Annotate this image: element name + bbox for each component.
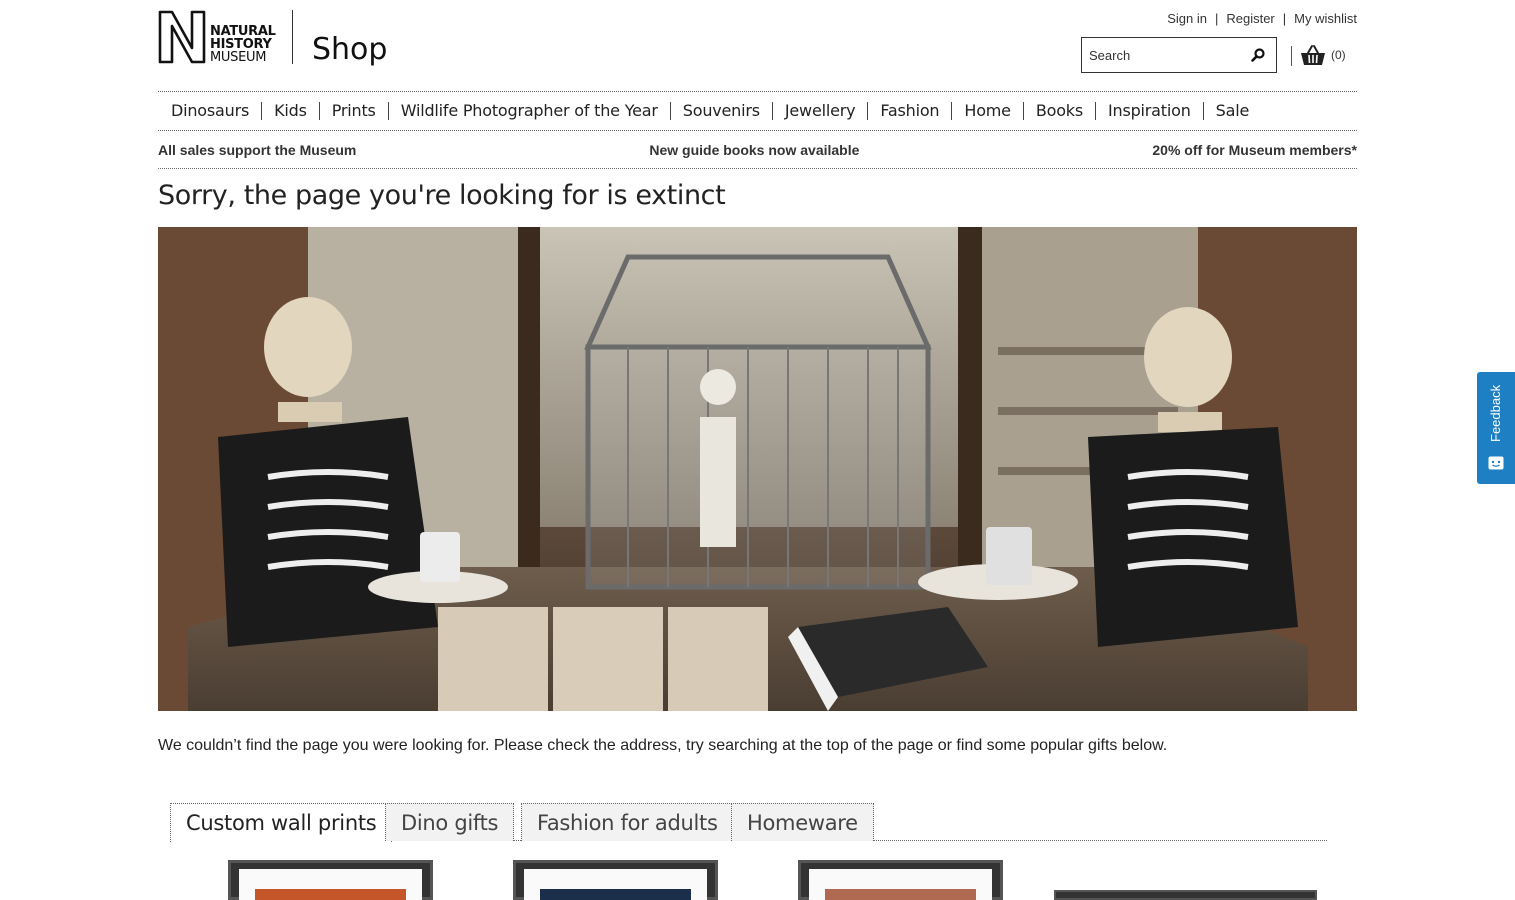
nav-item-prints[interactable]: Prints	[318, 102, 388, 120]
nav-item-inspiration[interactable]: Inspiration	[1095, 102, 1203, 120]
tab-homeware[interactable]: Homeware	[731, 803, 874, 841]
feedback-tab[interactable]: Feedback	[1477, 372, 1515, 484]
nhm-shop-logo[interactable]: NATURAL HISTORY MUSEUM Shop	[158, 10, 388, 68]
sign-in-link[interactable]: Sign in	[1167, 11, 1207, 26]
search-box	[1081, 37, 1277, 73]
page-title: Sorry, the page you're looking for is ex…	[158, 180, 726, 211]
nav-item-books[interactable]: Books	[1022, 102, 1095, 120]
basket-count: (0)	[1331, 48, 1346, 62]
account-links: Sign in | Register | My wishlist	[1167, 11, 1357, 26]
feedback-chat-icon	[1488, 456, 1504, 470]
basket-divider	[1291, 46, 1292, 66]
register-link[interactable]: Register	[1226, 11, 1274, 26]
gift-tabs: Custom wall prints Dino gifts Fashion fo…	[170, 803, 1327, 842]
tab-custom-wall-prints[interactable]: Custom wall prints	[170, 803, 393, 842]
search-input[interactable]	[1082, 38, 1242, 72]
promo-support-museum[interactable]: All sales support the Museum	[158, 142, 356, 158]
basket-icon	[1301, 45, 1325, 65]
logo-divider	[292, 10, 293, 64]
link-separator: |	[1282, 11, 1287, 26]
tab-fashion-for-adults[interactable]: Fashion for adults	[521, 803, 734, 841]
nav-item-dinosaurs[interactable]: Dinosaurs	[158, 102, 261, 120]
not-found-message: We couldn’t find the page you were looki…	[158, 737, 1168, 754]
tab-dino-gifts[interactable]: Dino gifts	[385, 803, 515, 841]
nav-item-home[interactable]: Home	[951, 102, 1022, 120]
feedback-label: Feedback	[1488, 384, 1503, 442]
hero-image-skeletons	[158, 227, 1357, 711]
product-thumbnail[interactable]	[1054, 890, 1317, 900]
nhm-n-logo-icon	[158, 10, 206, 64]
product-carousel	[158, 860, 1357, 900]
product-thumbnail[interactable]	[798, 860, 1003, 900]
product-thumbnail[interactable]	[513, 860, 718, 900]
nav-item-fashion[interactable]: Fashion	[867, 102, 951, 120]
nav-item-wildlife-photographer[interactable]: Wildlife Photographer of the Year	[387, 102, 670, 120]
main-nav: Dinosaurs Kids Prints Wildlife Photograp…	[158, 91, 1357, 131]
logo-wordmark: NATURAL HISTORY MUSEUM	[210, 24, 276, 65]
nav-item-kids[interactable]: Kids	[261, 102, 319, 120]
link-separator: |	[1214, 11, 1219, 26]
promo-guide-books[interactable]: New guide books now available	[649, 142, 859, 158]
nav-item-souvenirs[interactable]: Souvenirs	[669, 102, 772, 120]
shop-label: Shop	[312, 32, 388, 67]
product-thumbnail[interactable]	[228, 860, 433, 900]
nav-item-sale[interactable]: Sale	[1202, 102, 1261, 120]
promo-bar: All sales support the Museum New guide b…	[158, 131, 1357, 169]
promo-members-discount[interactable]: 20% off for Museum members*	[1152, 142, 1357, 158]
search-icon[interactable]	[1250, 47, 1266, 63]
nav-item-jewellery[interactable]: Jewellery	[771, 102, 867, 120]
hero-illustration	[158, 227, 1357, 711]
wishlist-link[interactable]: My wishlist	[1294, 11, 1357, 26]
basket-button[interactable]: (0)	[1300, 44, 1360, 68]
